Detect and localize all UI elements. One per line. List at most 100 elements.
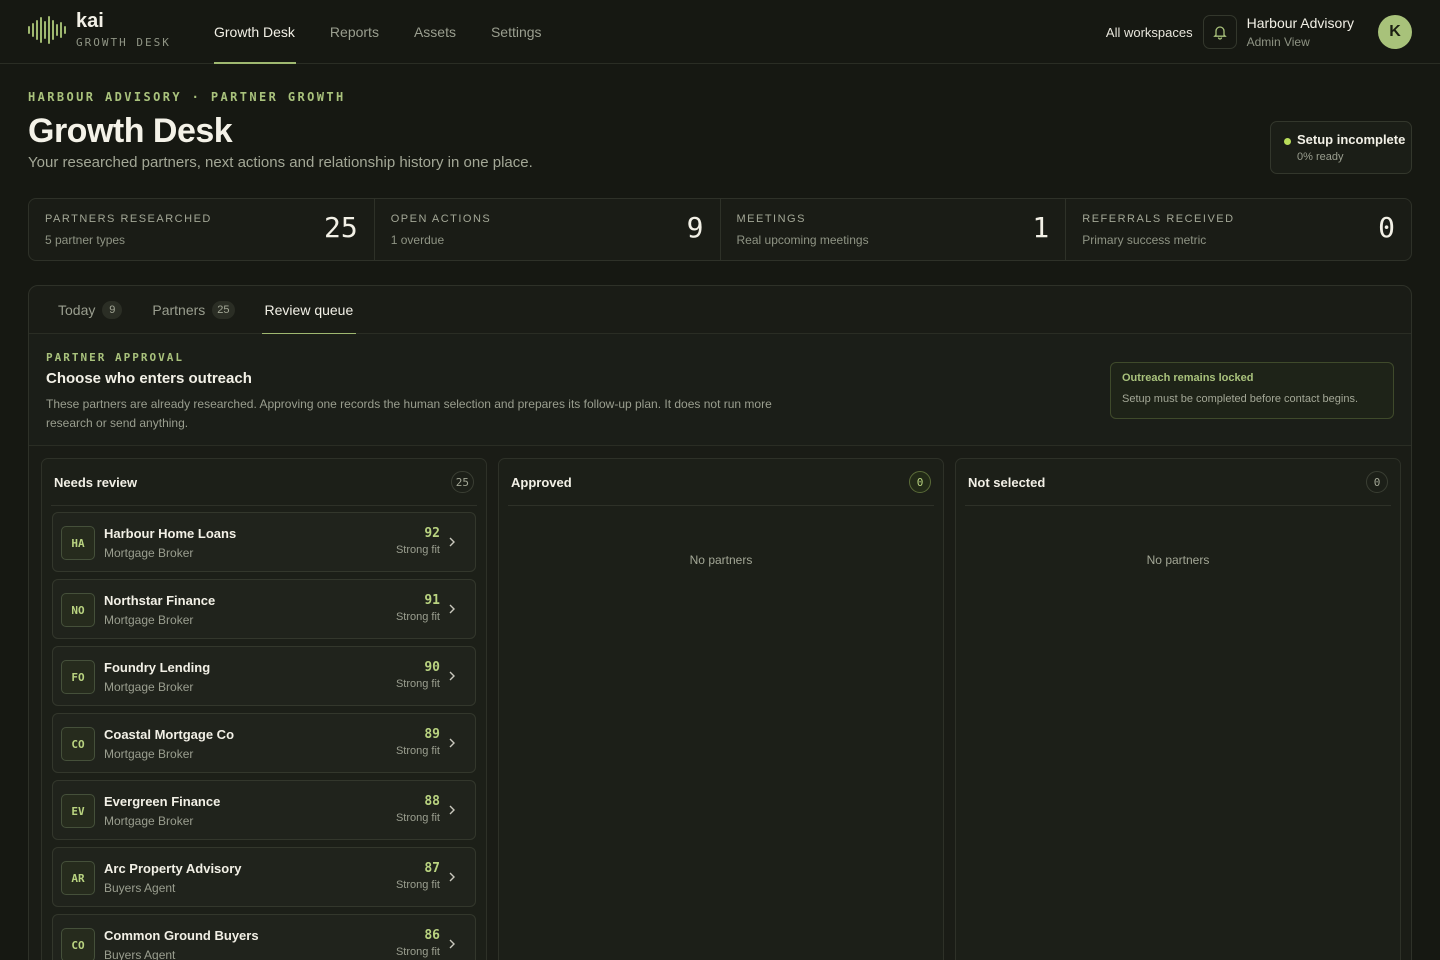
column-count-badge: 0: [909, 471, 931, 493]
partner-score: 89: [424, 727, 440, 742]
stat-value: 0: [1378, 211, 1395, 244]
section-title: Choose who enters outreach: [46, 370, 252, 387]
brand-logo[interactable]: kai GROWTH DESK: [28, 10, 171, 49]
section-description: These partners are already researched. A…: [46, 397, 772, 430]
partner-fit-label: Strong fit: [395, 544, 440, 556]
page-title: Growth Desk: [28, 112, 233, 150]
partner-approval-section: PARTNER APPROVAL Choose who enters outre…: [29, 334, 1411, 446]
partner-initials-badge: CO: [61, 727, 95, 761]
tab-label: Review queue: [264, 302, 354, 318]
nav-assets[interactable]: Assets: [414, 0, 456, 64]
section-eyebrow: PARTNER APPROVAL: [46, 351, 184, 364]
column-title: Not selected: [968, 474, 1046, 490]
review-columns: Needs review 25 HA Harbour Home Loans Mort…: [41, 458, 1401, 960]
stat-sub: 5 partner types: [45, 233, 126, 247]
stat-label: PARTNERS RESEARCHED: [45, 213, 212, 225]
stat-value: 1: [1032, 211, 1050, 244]
chevron-right-icon: [449, 537, 455, 547]
partner-type: Mortgage Broker: [104, 747, 194, 761]
partner-initials-badge: EV: [61, 794, 95, 828]
partner-score: 90: [424, 660, 440, 675]
partner-card[interactable]: AR Arc Property Advisory Buyers Agent 87 Str…: [52, 847, 476, 907]
partner-card[interactable]: FO Foundry Lending Mortgage Broker 90 Strong…: [52, 646, 476, 706]
chevron-right-icon: [449, 604, 455, 614]
stat-label: REFERRALS RECEIVED: [1082, 213, 1235, 225]
partner-name: Northstar Finance: [104, 593, 216, 608]
nav-growth-desk[interactable]: Growth Desk: [214, 0, 296, 64]
brand-subtitle: GROWTH DESK: [76, 36, 171, 49]
tab-partners[interactable]: Partners 25: [152, 286, 235, 334]
partner-list: HA Harbour Home Loans Mortgage Broker 92 Str…: [42, 506, 486, 960]
stat-label: OPEN ACTIONS: [390, 213, 492, 225]
partner-name: Arc Property Advisory: [104, 861, 242, 876]
setup-status-label: Setup incomplete: [1297, 132, 1406, 147]
partner-score: 87: [424, 861, 440, 876]
stats-strip: PARTNERS RESEARCHED 5 partner types 25 O…: [28, 198, 1412, 261]
review-panel: Today 9 Partners 25 Review queue PARTNER…: [28, 285, 1412, 960]
tab-label: Partners: [152, 302, 206, 318]
partner-type: Mortgage Broker: [104, 814, 194, 828]
column-not-selected: Not selected 0 No partners: [955, 458, 1401, 960]
account-menu[interactable]: Harbour Advisory Admin View: [1247, 15, 1354, 49]
partner-card[interactable]: NO Northstar Finance Mortgage Broker 91 Stro…: [52, 579, 476, 639]
partner-name: Coastal Mortgage Co: [104, 727, 235, 742]
partner-fit-label: Strong fit: [395, 611, 440, 623]
nav-reports[interactable]: Reports: [330, 0, 379, 64]
notice-text: Setup must be completed before contact b…: [1122, 393, 1359, 405]
tab-count-badge: 9: [102, 301, 123, 319]
partner-fit-label: Strong fit: [395, 879, 440, 891]
avatar[interactable]: K: [1378, 15, 1412, 49]
empty-state: No partners: [1146, 553, 1210, 567]
partner-fit-label: Strong fit: [395, 812, 440, 824]
stat-value: 9: [686, 211, 704, 244]
stat-sub: Primary success metric: [1082, 233, 1207, 247]
tab-label: Today: [58, 302, 96, 318]
partner-type: Mortgage Broker: [104, 546, 194, 560]
partner-type: Buyers Agent: [104, 948, 176, 960]
tab-count-badge: 25: [212, 301, 235, 319]
partner-card[interactable]: CO Coastal Mortgage Co Mortgage Broker 89 St…: [52, 713, 476, 773]
partner-initials-badge: CO: [61, 928, 95, 960]
page-subtitle: Your researched partners, next actions a…: [28, 154, 533, 171]
setup-progress-label: 0% ready: [1297, 151, 1344, 163]
column-count-badge: 0: [1366, 471, 1388, 493]
empty-state: No partners: [689, 553, 753, 567]
notifications-button[interactable]: [1202, 15, 1237, 49]
status-dot-icon: [1284, 138, 1291, 145]
tab-review-queue[interactable]: Review queue: [261, 286, 356, 335]
workspace-switcher[interactable]: All workspaces: [1106, 25, 1193, 40]
partner-card[interactable]: CO Common Ground Buyers Buyers Agent 86 Stro…: [52, 914, 476, 960]
nav-settings[interactable]: Settings: [491, 0, 542, 64]
partner-name: Foundry Lending: [104, 660, 211, 675]
tab-today[interactable]: Today 9: [58, 286, 123, 334]
breadcrumb: HARBOUR ADVISORY · PARTNER GROWTH: [28, 90, 346, 104]
column-title: Needs review: [54, 474, 138, 490]
chevron-right-icon: [449, 671, 455, 681]
partner-fit-label: Strong fit: [395, 745, 440, 757]
partner-type: Mortgage Broker: [104, 680, 194, 694]
partner-initials-badge: FO: [61, 660, 95, 694]
partner-score: 88: [424, 794, 440, 809]
stat-meetings: MEETINGS Real upcoming meetings 1: [721, 199, 1067, 260]
partner-type: Buyers Agent: [104, 881, 176, 895]
notice-title: Outreach remains locked: [1122, 372, 1254, 384]
setup-status-badge[interactable]: Setup incomplete 0% ready: [1270, 121, 1412, 174]
panel-tabs: Today 9 Partners 25 Review queue: [29, 286, 1411, 335]
partner-card[interactable]: HA Harbour Home Loans Mortgage Broker 92 Str…: [52, 512, 476, 572]
waveform-icon: [28, 15, 66, 45]
column-count-badge: 25: [450, 471, 474, 493]
column-title: Approved: [511, 474, 572, 490]
partner-fit-label: Strong fit: [395, 946, 440, 958]
stat-label: MEETINGS: [736, 213, 806, 225]
chevron-right-icon: [449, 872, 455, 882]
partner-score: 91: [424, 593, 440, 608]
partner-score: 86: [424, 928, 440, 943]
account-org: Harbour Advisory: [1246, 15, 1354, 31]
chevron-right-icon: [449, 805, 455, 815]
outreach-locked-notice: Outreach remains locked Setup must be co…: [1110, 362, 1394, 419]
partner-card[interactable]: EV Evergreen Finance Mortgage Broker 88 Stro…: [52, 780, 476, 840]
main-nav: Growth Desk Reports Assets Settings: [214, 0, 577, 64]
stat-referrals-received: REFERRALS RECEIVED Primary success metri…: [1066, 199, 1411, 260]
partner-fit-label: Strong fit: [395, 678, 440, 690]
column-approved: Approved 0 No partners: [498, 458, 944, 960]
